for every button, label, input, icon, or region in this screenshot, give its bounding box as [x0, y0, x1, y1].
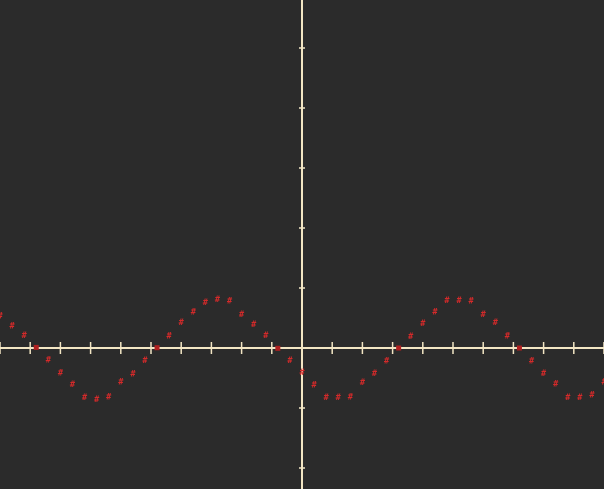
data-point: #: [541, 369, 547, 379]
data-point: #: [191, 308, 197, 318]
data-point: #: [577, 393, 583, 403]
data-point: #: [167, 332, 173, 342]
data-point: #: [420, 319, 426, 329]
data-point: #: [227, 296, 233, 306]
data-point: #: [239, 310, 245, 320]
data-point: #: [142, 356, 148, 366]
data-point: #: [263, 331, 269, 341]
data-point: #: [312, 380, 318, 390]
data-point: #: [348, 393, 354, 403]
data-point: #: [360, 378, 366, 388]
data-point: #: [372, 369, 378, 379]
data-point: [33, 344, 39, 350]
sine-ascii-plot: # # # # # # # # # # # # # # # # # # # # # # # # # # # # # # # # # # # # # # # #…: [0, 0, 604, 489]
data-point: #: [432, 308, 438, 318]
data-point: #: [130, 370, 136, 380]
data-point: #: [384, 356, 390, 366]
data-point: #: [565, 393, 571, 403]
data-point: #: [505, 332, 511, 342]
data-point: #: [287, 356, 293, 366]
data-point: #: [324, 393, 330, 403]
data-point: #: [22, 331, 28, 341]
data-point: #: [408, 332, 414, 342]
data-point: #: [444, 296, 450, 306]
data-point: #: [456, 296, 462, 306]
data-point: #: [118, 377, 124, 387]
data-point: #: [0, 311, 3, 321]
data-point: #: [336, 393, 342, 403]
data-point: #: [215, 295, 221, 305]
data-point: #: [106, 392, 112, 402]
data-point: #: [529, 356, 535, 366]
data-point: #: [299, 368, 305, 378]
data-point: #: [94, 395, 100, 405]
data-point: #: [46, 356, 52, 366]
data-point: #: [10, 322, 16, 332]
data-point: #: [251, 320, 257, 330]
data-point: #: [203, 298, 209, 308]
data-point: [396, 345, 402, 351]
data-point: [154, 345, 160, 351]
data-point: #: [589, 391, 595, 401]
data-point: #: [493, 318, 499, 328]
data-point: [516, 345, 522, 351]
data-point: #: [70, 380, 76, 390]
data-point: #: [469, 297, 475, 307]
data-point: #: [179, 318, 185, 328]
data-point: #: [553, 380, 559, 390]
data-point: #: [58, 368, 64, 378]
data-point: #: [82, 393, 88, 403]
data-point: [275, 345, 281, 351]
data-point: #: [481, 310, 487, 320]
